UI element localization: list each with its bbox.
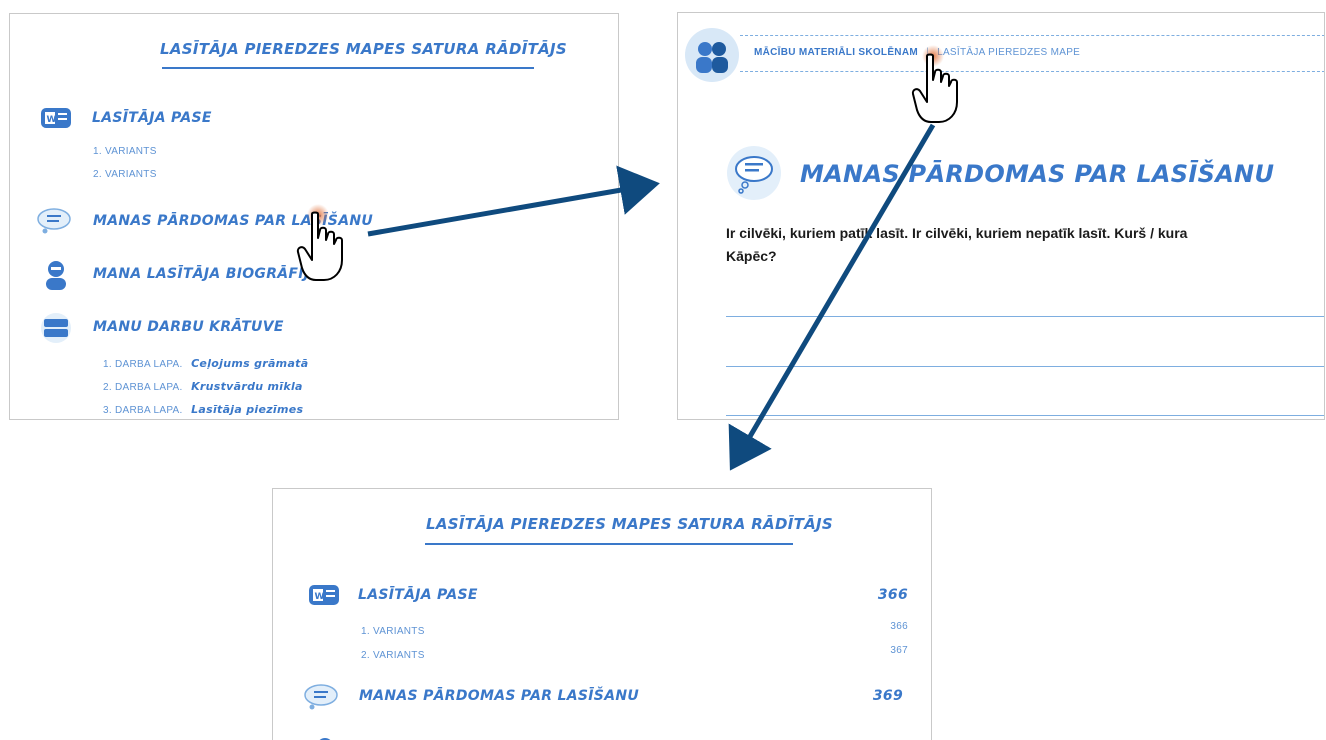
toc-item-label: LASĪTĀJA PASE [358, 587, 478, 603]
toc-item-works[interactable]: MANU DARBU KRĀTUVE [40, 312, 340, 344]
worksheet-title: Ceļojums grāmatā [191, 357, 309, 370]
toc-subitem[interactable]: 2. VARIANTS [93, 169, 157, 180]
svg-text:W: W [47, 115, 57, 125]
svg-text:W: W [315, 592, 325, 602]
toc-item-label: MANAS PĀRDOMAS PAR LASĪŠANU [359, 688, 640, 704]
toc-page-number: 366 [877, 587, 908, 603]
person-icon [42, 259, 70, 291]
stack-icon [40, 312, 72, 344]
toc-panel-top: LASĪTĀJA PIEREDZES MAPES SATURA RĀDĪTĀJS… [9, 13, 619, 420]
thought-bubble-icon [303, 683, 339, 711]
toc-page-number: 366 [890, 621, 908, 632]
toc-subitem-label: 1. VARIANTS [361, 626, 425, 637]
worksheet-prefix: 1. DARBA LAPA. [103, 359, 183, 370]
worksheet-prefix: 2. DARBA LAPA. [103, 382, 183, 393]
toc-subitem[interactable]: 2. VARIANTS 367 [361, 645, 918, 661]
question-text-line2: Kāpēc? [726, 248, 777, 264]
toc-subitem[interactable]: 3. DARBA LAPA. Lasītāja piezīmes [103, 400, 303, 418]
toc-item-reflections[interactable]: MANAS PĀRDOMAS PAR LASĪŠANU [36, 207, 376, 237]
toc-subitem[interactable]: 1. DARBA LAPA. Ceļojums grāmatā [103, 354, 308, 372]
answer-line[interactable] [726, 316, 1324, 317]
person-icon [311, 733, 339, 740]
content-panel: MĀCĪBU MATERIĀLI SKOLĒNAM | LASĪTĀJA PIE… [677, 12, 1325, 420]
toc-item-label: LASĪTĀJA PASE [92, 110, 212, 126]
toc-item-biography[interactable]: MANA LASĪTĀJA BIOGRĀFIJA [40, 259, 340, 291]
answer-line[interactable] [726, 415, 1324, 416]
toc-title-underline [425, 543, 793, 545]
thought-bubble-icon [723, 145, 785, 201]
toc-title: LASĪTĀJA PIEREDZES MAPES SATURA RĀDĪTĀJS [426, 515, 834, 533]
passport-icon: W [40, 107, 72, 129]
toc-item-reflections[interactable]: MANAS PĀRDOMAS PAR LASĪŠANU 369 [303, 683, 918, 713]
toc-page-number: 369 [872, 688, 903, 704]
worksheet-prefix: 3. DARBA LAPA. [103, 405, 183, 416]
toc-page-number: 367 [890, 645, 908, 656]
worksheet-title: Krustvārdu mīkla [191, 380, 303, 393]
toc-item-label: MANAS PĀRDOMAS PAR LASĪŠANU [93, 213, 374, 229]
toc-subitem[interactable]: 1. VARIANTS 366 [361, 621, 918, 637]
answer-line[interactable] [726, 366, 1324, 367]
header-dotted-bottom [740, 71, 1324, 72]
toc-title: LASĪTĀJA PIEREDZES MAPES SATURA RĀDĪTĀJS [160, 40, 568, 58]
breadcrumb: MĀCĪBU MATERIĀLI SKOLĒNAM | LASĪTĀJA PIE… [754, 47, 1080, 58]
toc-title-underline [162, 67, 534, 69]
passport-icon: W [308, 584, 340, 606]
toc-subitem[interactable]: 1. VARIANTS [93, 146, 157, 157]
students-logo-icon [684, 27, 740, 83]
worksheet-title: Lasītāja piezīmes [191, 403, 304, 416]
thought-bubble-icon [36, 207, 72, 235]
page-heading: MANAS PĀRDOMAS PAR LASĪŠANU [800, 160, 1275, 188]
header-dotted-top [740, 35, 1324, 36]
toc-item-passport[interactable]: W LASĪTĀJA PASE 366 [308, 584, 918, 610]
toc-panel-bottom: LASĪTĀJA PIEREDZES MAPES SATURA RĀDĪTĀJS… [272, 488, 932, 740]
toc-subitem-label: 2. VARIANTS [361, 650, 425, 661]
toc-subitem[interactable]: 2. DARBA LAPA. Krustvārdu mīkla [103, 377, 303, 395]
breadcrumb-main[interactable]: MĀCĪBU MATERIĀLI SKOLĒNAM [754, 47, 918, 58]
breadcrumb-separator: | [926, 47, 929, 58]
question-text-line1: Ir cilvēki, kuriem patīk lasīt. Ir cilvē… [726, 225, 1188, 241]
toc-item-label: MANU DARBU KRĀTUVE [93, 319, 284, 335]
toc-item-label: MANA LASĪTĀJA BIOGRĀFIJA [93, 266, 321, 282]
breadcrumb-current[interactable]: LASĪTĀJA PIEREDZES MAPE [937, 47, 1080, 58]
toc-item-passport[interactable]: W LASĪTĀJA PASE [40, 106, 340, 134]
